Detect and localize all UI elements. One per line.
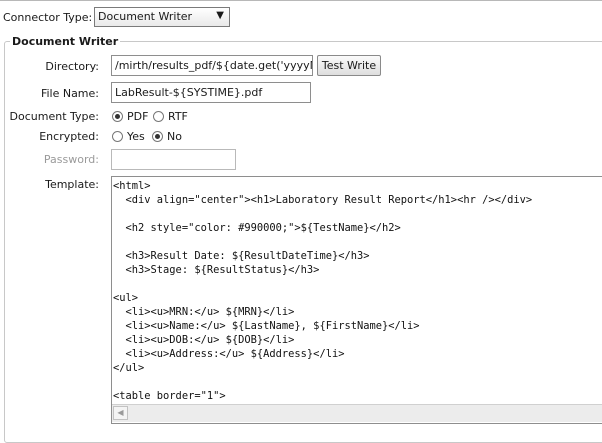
- encrypted-yes-radio[interactable]: [112, 131, 123, 142]
- directory-input[interactable]: /mirth/results_pdf/${date.get('yyyyMMdd'…: [111, 55, 313, 76]
- document-type-rtf-radio[interactable]: [153, 111, 164, 122]
- connector-type-value: Document Writer: [98, 10, 193, 23]
- connector-type-label: Connector Type:: [3, 11, 93, 24]
- template-label: Template:: [45, 178, 99, 191]
- top-divider: [0, 0, 602, 1]
- document-type-pdf-radio[interactable]: [112, 111, 123, 122]
- encrypted-label: Encrypted:: [39, 130, 99, 143]
- test-write-button[interactable]: Test Write: [317, 55, 381, 76]
- password-label: Password:: [43, 153, 99, 166]
- scroll-left-icon[interactable]: ◀: [113, 406, 128, 420]
- document-type-rtf-label: RTF: [168, 110, 188, 123]
- document-type-pdf-label: PDF: [127, 110, 149, 123]
- section-title: Document Writer: [10, 35, 121, 48]
- file-name-input[interactable]: LabResult-${SYSTIME}.pdf: [111, 82, 311, 103]
- template-editor[interactable]: <html> <div align="center"><h1>Laborator…: [111, 176, 602, 424]
- directory-value: /mirth/results_pdf/${date.get('yyyyMMdd'…: [115, 59, 312, 72]
- file-name-label: File Name:: [40, 87, 99, 100]
- encrypted-no-radio[interactable]: [152, 131, 163, 142]
- document-type-label: Document Type:: [9, 110, 99, 123]
- horizontal-scrollbar[interactable]: ◀: [112, 404, 602, 422]
- encrypted-no-label: No: [167, 130, 182, 143]
- file-name-value: LabResult-${SYSTIME}.pdf: [115, 86, 263, 99]
- template-content[interactable]: <html> <div align="center"><h1>Laborator…: [113, 179, 532, 403]
- directory-label: Directory:: [45, 60, 99, 73]
- encrypted-yes-label: Yes: [127, 130, 145, 143]
- chevron-down-icon: ▼: [216, 10, 224, 21]
- password-input[interactable]: [111, 149, 236, 170]
- connector-type-select[interactable]: Document Writer ▼: [94, 7, 230, 27]
